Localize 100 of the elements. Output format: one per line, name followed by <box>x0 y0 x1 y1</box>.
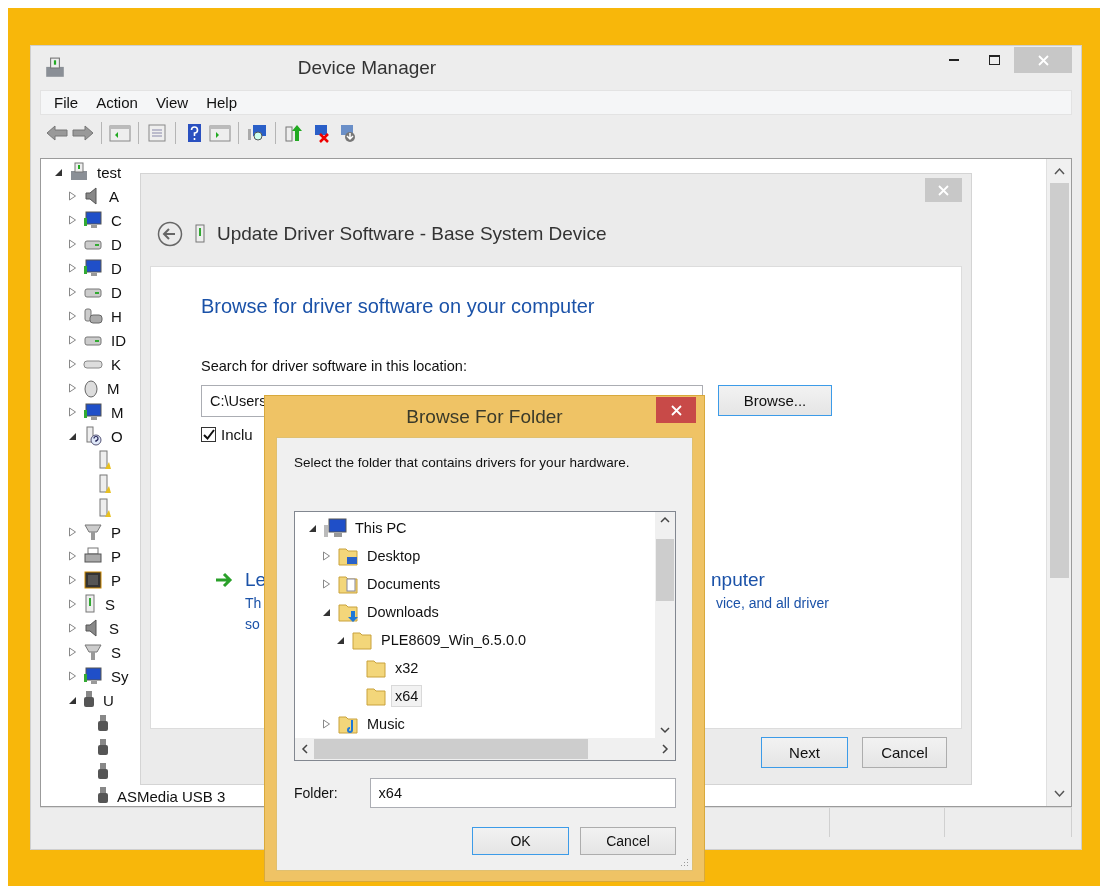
tree-item[interactable]: S <box>105 616 123 640</box>
expand-triangle-icon[interactable] <box>321 551 331 561</box>
tree-item[interactable]: test <box>93 160 126 184</box>
tree-item[interactable]: Sy <box>107 664 133 688</box>
connector-icon <box>83 522 103 542</box>
tree-item[interactable]: M <box>107 400 128 424</box>
tree-item[interactable]: O <box>107 424 127 448</box>
close-icon <box>1037 54 1049 66</box>
vertical-scrollbar[interactable] <box>655 512 675 738</box>
collapse-triangle-icon[interactable] <box>67 431 77 441</box>
scroll-up-icon <box>660 516 670 523</box>
expand-triangle-icon[interactable] <box>67 263 77 273</box>
maximize-icon <box>988 55 1000 65</box>
folder-field[interactable]: x64 <box>369 778 676 808</box>
tree-item[interactable]: D <box>107 256 126 280</box>
collapse-triangle-icon[interactable] <box>307 523 317 533</box>
menu-item[interactable]: File <box>45 94 88 111</box>
right-arrow-icon <box>215 572 233 588</box>
option-description: vice, and all driver <box>716 594 829 611</box>
page-heading: Browse for driver software on your computer <box>201 295 596 318</box>
menu-item[interactable]: View <box>146 94 198 111</box>
expand-triangle-icon[interactable] <box>67 215 77 225</box>
expand-triangle-icon[interactable] <box>67 287 77 297</box>
expand-triangle-icon[interactable] <box>67 407 77 417</box>
tree-item[interactable]: This PC <box>351 517 411 539</box>
tree-item[interactable]: Documents <box>363 573 445 595</box>
usb-plug-icon <box>97 714 109 734</box>
tree-item[interactable]: x32 <box>391 657 423 679</box>
menu-item[interactable]: Help <box>197 94 246 111</box>
dialog-button[interactable]: Cancel <box>862 737 947 768</box>
expand-triangle-icon[interactable] <box>67 623 77 633</box>
tree-item[interactable]: P <box>107 544 125 568</box>
scan-monitor-button[interactable] <box>246 122 268 144</box>
tree-item[interactable]: Music <box>363 713 409 735</box>
tree-item[interactable]: Downloads <box>363 601 443 623</box>
menu-item[interactable]: Action <box>87 94 147 111</box>
expand-triangle-icon[interactable] <box>321 719 331 729</box>
tree-item[interactable]: H <box>107 304 126 328</box>
expand-triangle-icon[interactable] <box>67 575 77 585</box>
scroll-thumb[interactable] <box>314 739 588 759</box>
tree-item[interactable]: ASMedia USB 3 <box>113 784 230 806</box>
chip-icon <box>83 570 103 590</box>
monitor-icon <box>83 666 103 686</box>
tree-item[interactable]: U <box>99 688 118 712</box>
printer-icon <box>83 546 103 566</box>
expand-triangle-icon[interactable] <box>321 579 331 589</box>
expand-triangle-icon[interactable] <box>67 671 77 681</box>
expand-triangle-icon[interactable] <box>67 527 77 537</box>
dialog-button[interactable]: Cancel <box>580 827 676 855</box>
tree-item[interactable]: K <box>107 352 125 376</box>
option-title[interactable]: nputer <box>711 569 765 591</box>
collapse-triangle-icon[interactable] <box>67 695 77 705</box>
tree-item[interactable]: Desktop <box>363 545 425 567</box>
browse-button[interactable]: Browse... <box>718 385 832 416</box>
scroll-left-icon <box>301 744 308 754</box>
back-arrow-button[interactable] <box>46 122 68 144</box>
forward-arrow-button[interactable] <box>72 122 94 144</box>
tree-item[interactable]: D <box>107 232 126 256</box>
tree-item[interactable]: S <box>107 640 125 664</box>
expand-triangle-icon[interactable] <box>67 647 77 657</box>
scroll-thumb[interactable] <box>1049 183 1069 578</box>
warning-device-icon <box>97 497 111 519</box>
tree-item[interactable]: A <box>105 184 123 208</box>
vertical-scrollbar[interactable] <box>1046 159 1071 806</box>
tree-item[interactable]: C <box>107 208 126 232</box>
collapse-triangle-icon[interactable] <box>321 607 331 617</box>
resize-grip-icon[interactable] <box>679 857 689 867</box>
expand-triangle-icon[interactable] <box>67 599 77 609</box>
tree-item[interactable]: D <box>107 280 126 304</box>
close-button[interactable] <box>656 397 696 423</box>
folder-icon <box>365 657 387 679</box>
tree-item[interactable]: ID <box>107 328 130 352</box>
tree-item[interactable]: P <box>107 568 125 592</box>
horizontal-scrollbar[interactable] <box>295 738 675 760</box>
checkbox[interactable] <box>201 427 216 442</box>
collapse-triangle-icon[interactable] <box>53 167 63 177</box>
expand-triangle-icon[interactable] <box>67 359 77 369</box>
tree-item[interactable]: M <box>103 376 124 400</box>
usb-plug-icon <box>97 786 109 806</box>
tree-item[interactable]: S <box>101 592 119 616</box>
expand-triangle-icon[interactable] <box>67 551 77 561</box>
scroll-down-icon <box>660 727 670 734</box>
scroll-thumb[interactable] <box>656 539 674 601</box>
expand-triangle-icon[interactable] <box>67 311 77 321</box>
expand-triangle-icon[interactable] <box>67 383 77 393</box>
scroll-right-icon <box>662 744 669 754</box>
folder-with-arrow-icon <box>337 601 359 623</box>
field-label: Folder: <box>294 785 338 801</box>
computer-icon <box>323 517 347 539</box>
tree-item[interactable]: PLE8609_Win_6.5.0.0 <box>377 629 531 651</box>
dialog-button[interactable]: Next <box>761 737 848 768</box>
dialog-button[interactable]: OK <box>472 827 569 855</box>
folder-with-note-icon <box>337 713 359 735</box>
expand-triangle-icon[interactable] <box>67 191 77 201</box>
expand-triangle-icon[interactable] <box>67 335 77 345</box>
expand-triangle-icon[interactable] <box>67 239 77 249</box>
tree-item[interactable]: P <box>107 520 125 544</box>
scroll-down-icon <box>1053 790 1065 798</box>
tree-item[interactable]: x64 <box>391 685 423 707</box>
collapse-triangle-icon[interactable] <box>335 635 345 645</box>
